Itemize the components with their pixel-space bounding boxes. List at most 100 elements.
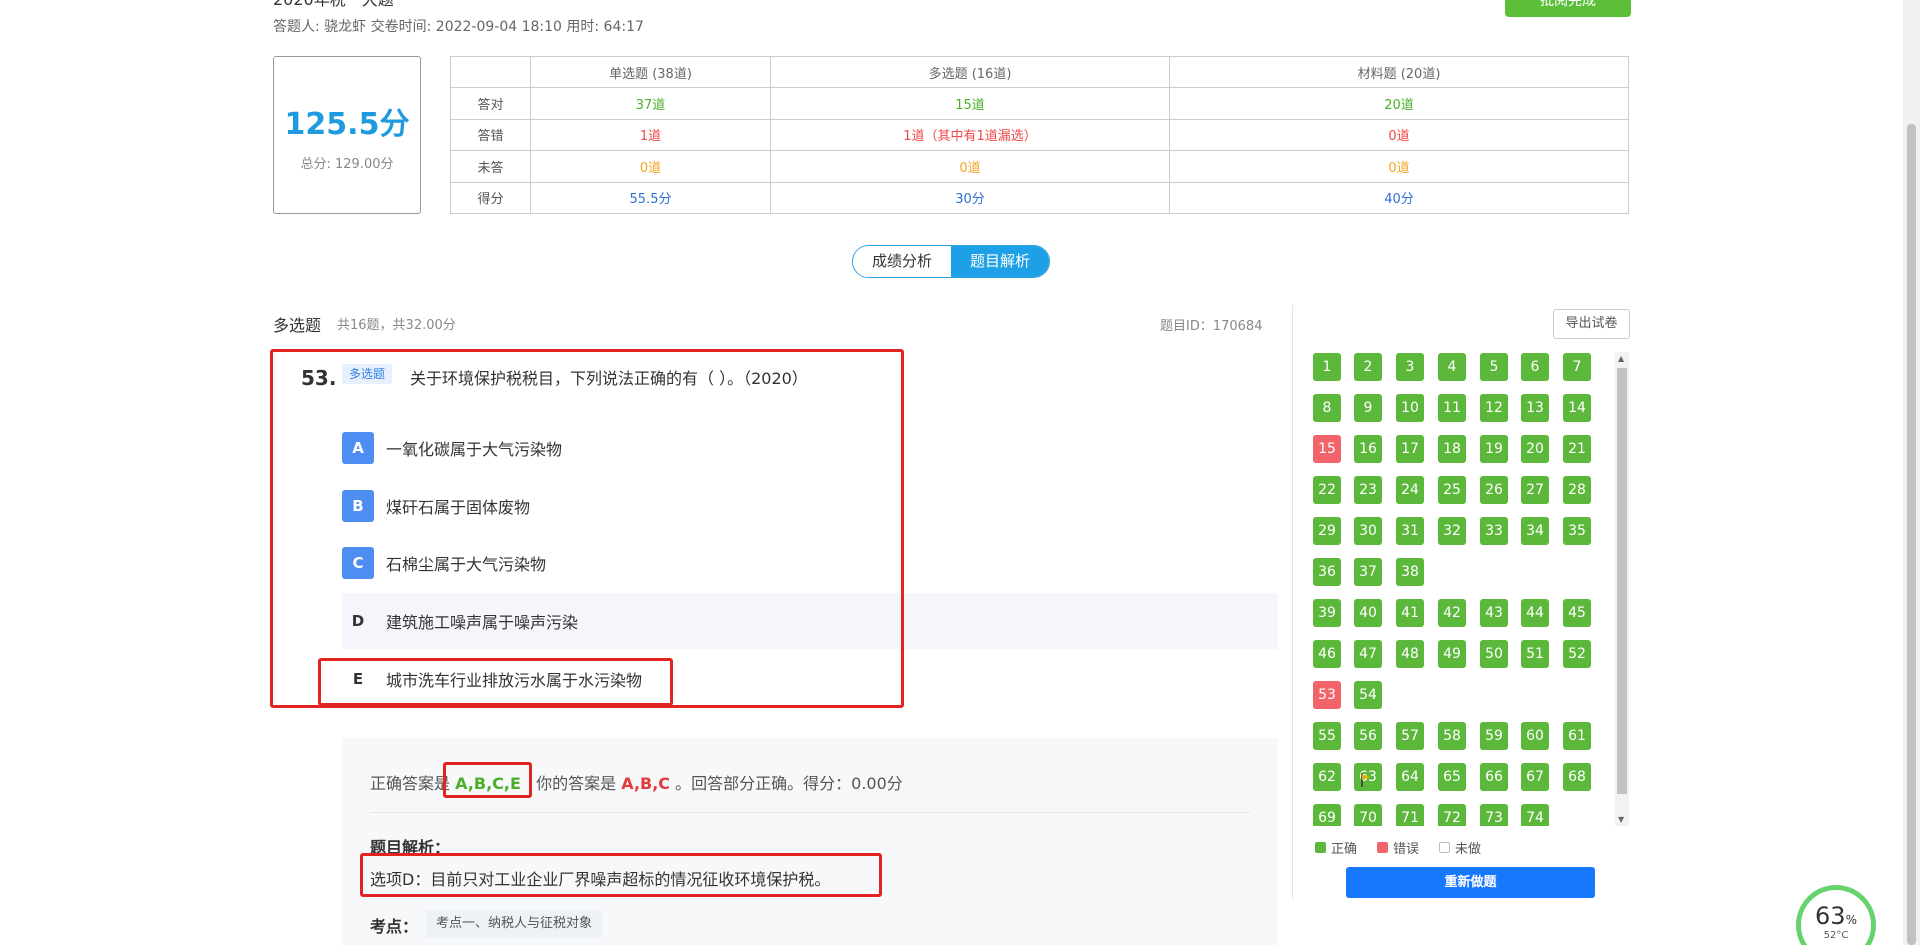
question-cell-67[interactable]: 67 [1521, 763, 1549, 791]
question-cell-44[interactable]: 44 [1521, 599, 1549, 627]
question-cell-36[interactable]: 36 [1313, 558, 1341, 586]
tab-question-explanation[interactable]: 题目解析 [951, 246, 1049, 277]
question-cell-5[interactable]: 5 [1480, 353, 1508, 381]
question-cell-16[interactable]: 16 [1354, 435, 1382, 463]
question-cell-58[interactable]: 58 [1438, 722, 1466, 750]
table-cell: 0道 [1169, 118, 1629, 152]
question-cell-23[interactable]: 23 [1354, 476, 1382, 504]
performance-widget[interactable]: 63% 52°C [1796, 885, 1876, 945]
question-cell-12[interactable]: 12 [1480, 394, 1508, 422]
question-cell-24[interactable]: 24 [1396, 476, 1424, 504]
section-subtitle: 共16题，共32.00分 [337, 318, 456, 333]
question-cell-38[interactable]: 38 [1396, 558, 1424, 586]
question-cell-2[interactable]: 2 [1354, 353, 1382, 381]
knowledge-point-tag[interactable]: 考点一、纳税人与征税对象 [426, 910, 603, 938]
question-cell-55[interactable]: 55 [1313, 722, 1341, 750]
question-cell-26[interactable]: 26 [1480, 476, 1508, 504]
question-cell-73[interactable]: 73 [1480, 804, 1508, 826]
question-cell-18[interactable]: 18 [1438, 435, 1466, 463]
question-cell-14[interactable]: 14 [1563, 394, 1591, 422]
question-cell-28[interactable]: 28 [1563, 476, 1591, 504]
question-cell-29[interactable]: 29 [1313, 517, 1341, 545]
question-cell-41[interactable]: 41 [1396, 599, 1424, 627]
question-cell-33[interactable]: 33 [1480, 517, 1508, 545]
question-cell-15[interactable]: 15 [1313, 435, 1341, 463]
table-header-cell: 单选题 (38道) [530, 55, 771, 89]
question-cell-57[interactable]: 57 [1396, 722, 1424, 750]
export-paper-button[interactable]: 导出试卷 [1553, 309, 1630, 339]
cursor-flag-icon [1361, 773, 1370, 787]
question-cell-51[interactable]: 51 [1521, 640, 1549, 668]
question-cell-49[interactable]: 49 [1438, 640, 1466, 668]
question-cell-64[interactable]: 64 [1396, 763, 1424, 791]
question-cell-10[interactable]: 10 [1396, 394, 1424, 422]
question-cell-48[interactable]: 48 [1396, 640, 1424, 668]
question-cell-35[interactable]: 35 [1563, 517, 1591, 545]
table-header-row: 单选题 (38道) 多选题 (16道) 材料题 (20道) [450, 55, 1629, 89]
question-cell-47[interactable]: 47 [1354, 640, 1382, 668]
question-cell-56[interactable]: 56 [1354, 722, 1382, 750]
question-cell-69[interactable]: 69 [1313, 804, 1341, 826]
question-cell-60[interactable]: 60 [1521, 722, 1549, 750]
review-complete-button[interactable]: 批阅完成 [1505, 0, 1631, 17]
table-header-cell: 多选题 (16道) [770, 55, 1170, 89]
question-cell-65[interactable]: 65 [1438, 763, 1466, 791]
row-label: 得分 [450, 181, 531, 215]
question-cell-59[interactable]: 59 [1480, 722, 1508, 750]
page-scrollbar[interactable] [1903, 0, 1920, 945]
table-header-cell: 材料题 (20道) [1169, 55, 1629, 89]
question-cell-22[interactable]: 22 [1313, 476, 1341, 504]
scroll-up-icon[interactable]: ▲ [1618, 354, 1624, 363]
grid-scrollbar[interactable]: ▲ ▼ [1615, 352, 1629, 826]
scroll-thumb[interactable] [1617, 368, 1627, 794]
question-cell-61[interactable]: 61 [1563, 722, 1591, 750]
question-cell-27[interactable]: 27 [1521, 476, 1549, 504]
question-cell-52[interactable]: 52 [1563, 640, 1591, 668]
question-id: 题目ID：170684 [1160, 319, 1263, 334]
question-cell-43[interactable]: 43 [1480, 599, 1508, 627]
question-cell-71[interactable]: 71 [1396, 804, 1424, 826]
question-cell-9[interactable]: 9 [1354, 394, 1382, 422]
question-cell-45[interactable]: 45 [1563, 599, 1591, 627]
question-cell-40[interactable]: 40 [1354, 599, 1382, 627]
question-cell-68[interactable]: 68 [1563, 763, 1591, 791]
question-cell-32[interactable]: 32 [1438, 517, 1466, 545]
question-cell-53[interactable]: 53 [1313, 681, 1341, 709]
question-cell-3[interactable]: 3 [1396, 353, 1424, 381]
tab-score-analysis[interactable]: 成绩分析 [853, 246, 951, 277]
question-cell-70[interactable]: 70 [1354, 804, 1382, 826]
question-cell-31[interactable]: 31 [1396, 517, 1424, 545]
scroll-down-icon[interactable]: ▼ [1618, 815, 1624, 824]
redo-button[interactable]: 重新做题 [1346, 867, 1595, 898]
question-cell-21[interactable]: 21 [1563, 435, 1591, 463]
question-cell-6[interactable]: 6 [1521, 353, 1549, 381]
widget-percent-value: 63 [1815, 902, 1846, 930]
question-cell-46[interactable]: 46 [1313, 640, 1341, 668]
question-cell-37[interactable]: 37 [1354, 558, 1382, 586]
question-cell-25[interactable]: 25 [1438, 476, 1466, 504]
question-cell-74[interactable]: 74 [1521, 804, 1549, 826]
question-cell-42[interactable]: 42 [1438, 599, 1466, 627]
question-cell-62[interactable]: 62 [1313, 763, 1341, 791]
question-cell-54[interactable]: 54 [1354, 681, 1382, 709]
question-cell-11[interactable]: 11 [1438, 394, 1466, 422]
question-cell-50[interactable]: 50 [1480, 640, 1508, 668]
question-cell-4[interactable]: 4 [1438, 353, 1466, 381]
annotation-question-box [270, 349, 904, 708]
page-scroll-thumb[interactable] [1907, 124, 1916, 945]
table-cell: 37道 [530, 87, 771, 120]
question-cell-39[interactable]: 39 [1313, 599, 1341, 627]
widget-percent: 63% [1801, 902, 1871, 930]
question-cell-7[interactable]: 7 [1563, 353, 1591, 381]
score-total: 总分: 129.00分 [300, 157, 394, 172]
question-cell-17[interactable]: 17 [1396, 435, 1424, 463]
question-cell-72[interactable]: 72 [1438, 804, 1466, 826]
question-cell-34[interactable]: 34 [1521, 517, 1549, 545]
question-cell-8[interactable]: 8 [1313, 394, 1341, 422]
question-cell-30[interactable]: 30 [1354, 517, 1382, 545]
question-cell-20[interactable]: 20 [1521, 435, 1549, 463]
question-cell-13[interactable]: 13 [1521, 394, 1549, 422]
question-cell-19[interactable]: 19 [1480, 435, 1508, 463]
question-cell-66[interactable]: 66 [1480, 763, 1508, 791]
question-cell-1[interactable]: 1 [1313, 353, 1341, 381]
